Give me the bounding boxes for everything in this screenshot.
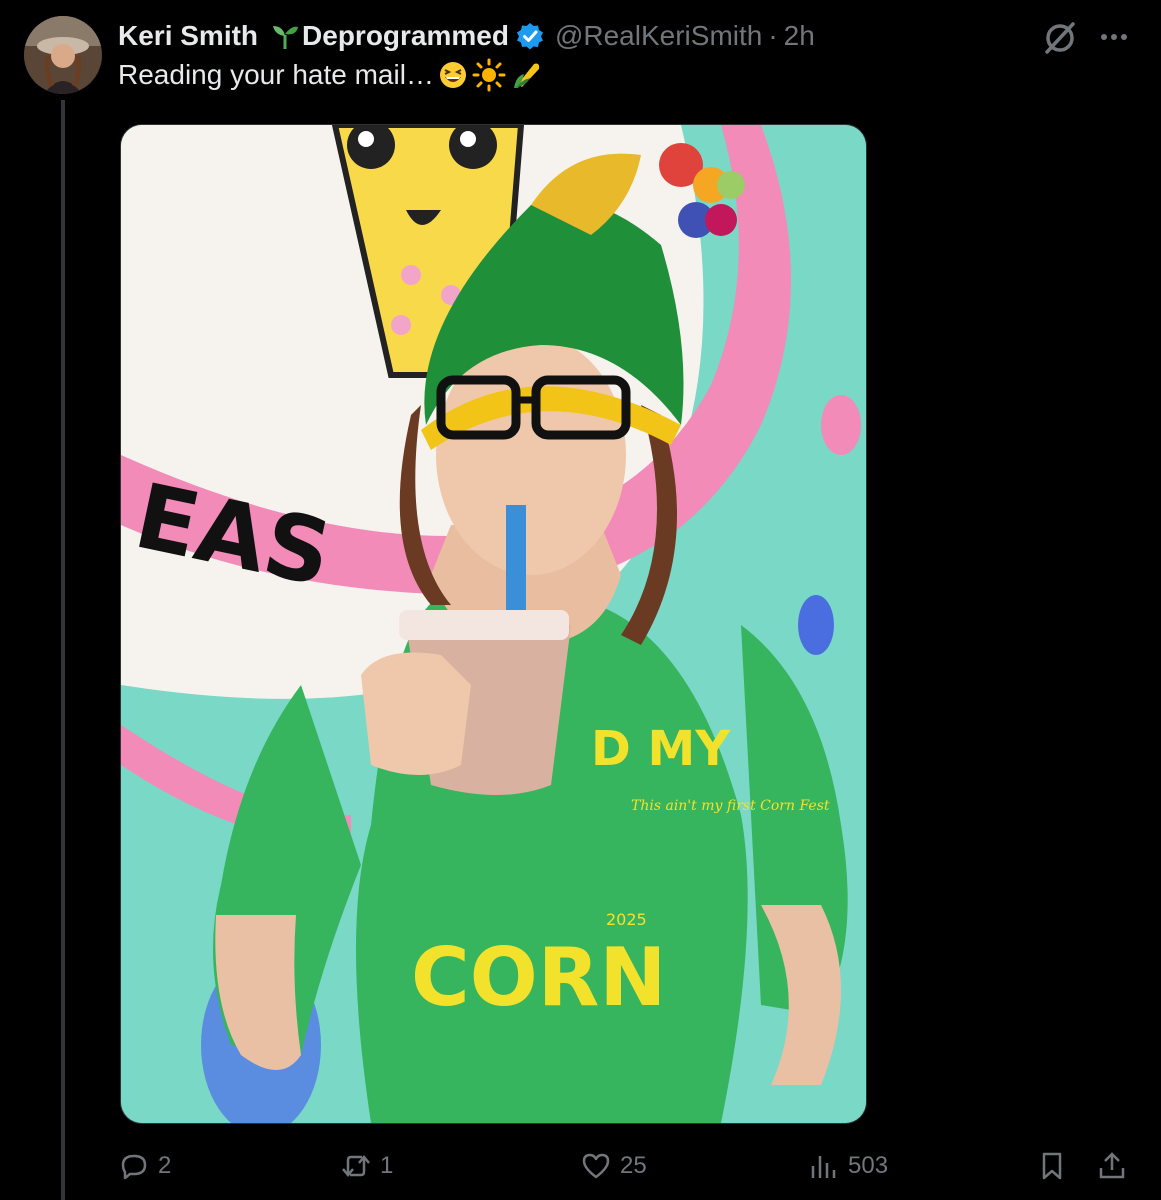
author-handle[interactable]: @RealKeriSmith bbox=[555, 20, 762, 52]
sun-icon bbox=[472, 58, 506, 92]
tweet-header: Keri Smith Deprogrammed @RealKeriSmith ·… bbox=[118, 14, 815, 58]
repost-button[interactable]: 1 bbox=[340, 1140, 393, 1192]
shirt-year: 2025 bbox=[606, 910, 647, 929]
shirt-small-text: This ain't my first Corn Fest bbox=[631, 798, 830, 814]
grok-icon[interactable] bbox=[1040, 18, 1080, 58]
grinning-squinting-face-icon bbox=[439, 62, 466, 88]
repost-icon bbox=[342, 1155, 370, 1177]
separator-dot: · bbox=[768, 20, 778, 51]
author-name-suffix[interactable]: Deprogrammed bbox=[302, 20, 509, 52]
timestamp[interactable]: 2h bbox=[784, 20, 815, 52]
more-options-icon[interactable] bbox=[1094, 22, 1134, 52]
bookmark-button[interactable] bbox=[1036, 1140, 1076, 1192]
like-button[interactable]: 25 bbox=[580, 1140, 647, 1192]
reply-button[interactable]: 2 bbox=[118, 1140, 171, 1192]
views-button[interactable]: 503 bbox=[808, 1140, 888, 1192]
shirt-text-top: D MY bbox=[591, 721, 731, 777]
seedling-icon bbox=[273, 26, 299, 49]
views-chart-icon bbox=[811, 1156, 836, 1178]
bookmark-icon bbox=[1042, 1152, 1062, 1180]
tweet-text-row: Reading your hate mail… bbox=[118, 58, 544, 92]
avatar-image bbox=[24, 16, 102, 94]
tweet-actions: 2 1 25 503 bbox=[118, 1140, 1138, 1192]
avatar[interactable] bbox=[24, 16, 102, 94]
tweet-text: Reading your hate mail… bbox=[118, 59, 434, 90]
like-count: 25 bbox=[620, 1152, 647, 1179]
photo-woman-drinking-boba: EAS D MY This ain't my first Corn Fest 2… bbox=[121, 125, 866, 1123]
reply-count: 2 bbox=[158, 1152, 172, 1179]
verified-badge-icon[interactable] bbox=[515, 21, 545, 51]
shirt-text-bottom: CORN bbox=[411, 931, 666, 1024]
view-count: 503 bbox=[848, 1152, 889, 1179]
share-icon bbox=[1099, 1152, 1125, 1179]
heart-icon bbox=[582, 1153, 610, 1179]
repost-count: 1 bbox=[380, 1152, 394, 1179]
share-button[interactable] bbox=[1096, 1140, 1136, 1192]
corn-icon bbox=[513, 63, 540, 88]
thread-line bbox=[61, 100, 65, 1200]
tweet-photo[interactable]: EAS D MY This ain't my first Corn Fest 2… bbox=[120, 124, 867, 1124]
reply-icon bbox=[121, 1154, 147, 1180]
author-name[interactable]: Keri Smith bbox=[118, 20, 258, 52]
